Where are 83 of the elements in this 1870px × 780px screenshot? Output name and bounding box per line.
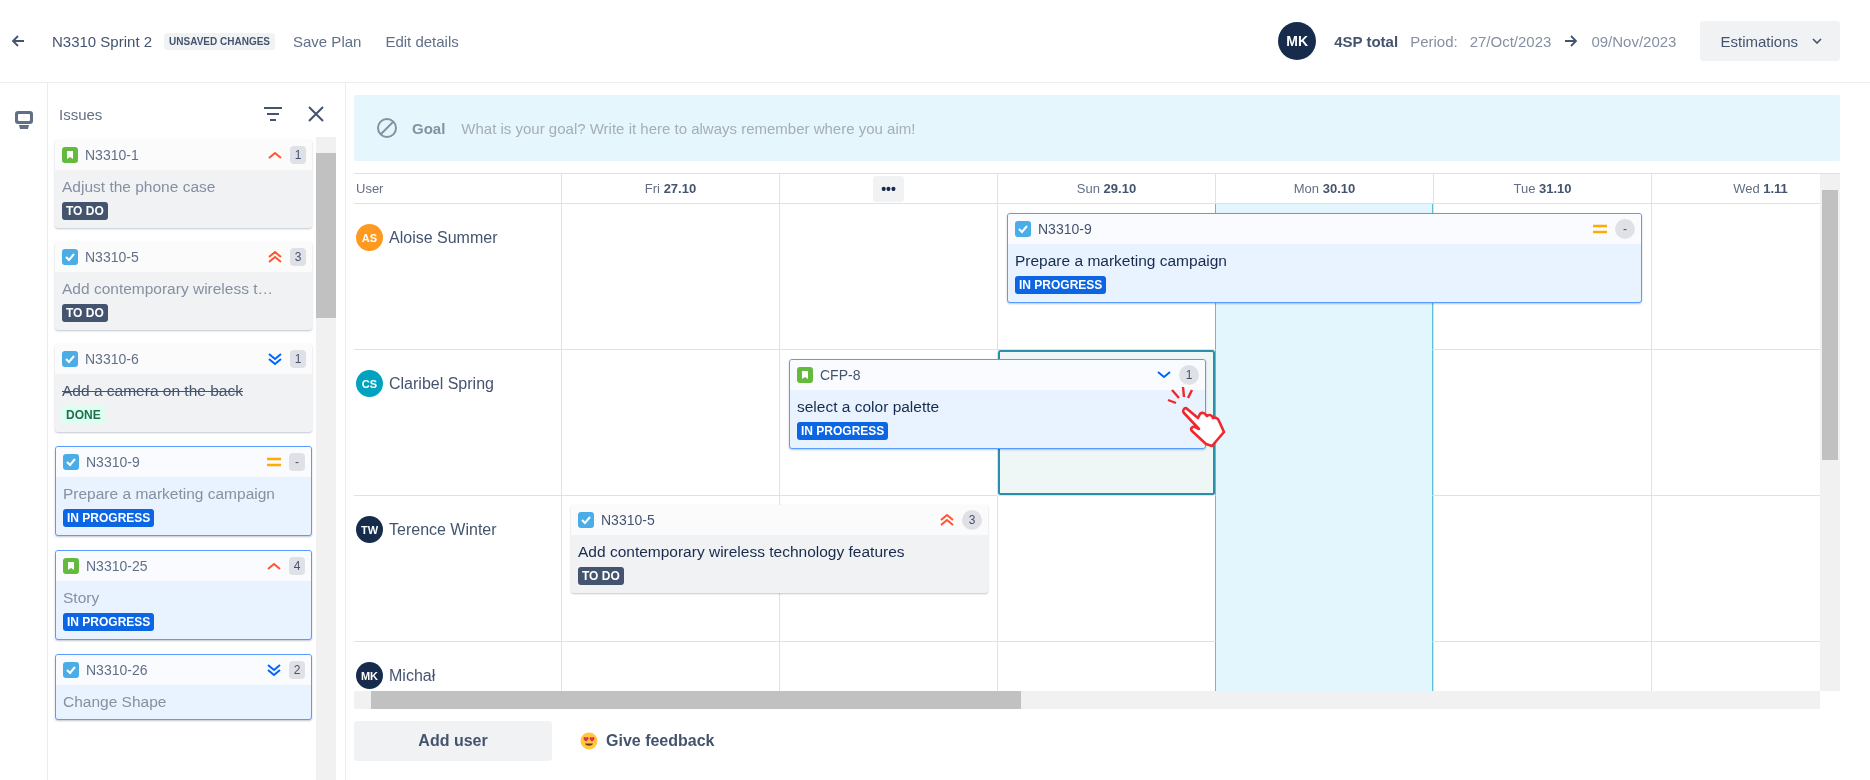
estimate-badge: 2 (289, 661, 305, 679)
status-badge: TO DO (62, 304, 108, 322)
user-avatar: CS (356, 370, 383, 397)
filter-icon[interactable] (263, 106, 283, 122)
caret-icon (1812, 38, 1822, 44)
top-link[interactable]: Edit details (385, 32, 459, 50)
blocked-circle-icon (376, 117, 398, 139)
issue-key: N3310-25 (86, 558, 148, 574)
estimate-badge: - (289, 453, 305, 471)
unsaved-badge: UNSAVED CHANGES (164, 32, 275, 50)
close-icon[interactable] (307, 105, 325, 123)
issue-card[interactable]: N3310-9 - Prepare a marketing campaign IN PROGRESS (55, 446, 312, 536)
status-badge: DONE (62, 406, 105, 424)
user-name: Terence Winter (389, 520, 497, 540)
issue-card[interactable]: N3310-6 1 Add a camera on the back DONE (55, 344, 312, 432)
issue-card[interactable]: N3310-1 1 Adjust the phone case TO DO (55, 140, 312, 228)
scrollbar-thumb[interactable] (1822, 190, 1838, 460)
issue-card[interactable]: N3310-5 3 Add contemporary wireless t… TO DO (55, 242, 312, 330)
user-name: Claribel Spring (389, 374, 494, 394)
board-icon[interactable] (12, 109, 35, 131)
status-badge: IN PROGRESS (1015, 276, 1107, 294)
estimate-badge: 4 (289, 557, 305, 575)
top-link[interactable]: Save Plan (293, 32, 362, 50)
issue-title: Add a camera on the back (62, 382, 243, 400)
issue-title: Prepare a marketing campaign (63, 485, 275, 503)
goal-input[interactable]: What is your goal? Write it here to always remember where you aim! (459, 118, 1818, 138)
feedback-link[interactable]: Give feedback (606, 732, 715, 750)
issue-title: Prepare a marketing campaign (1015, 252, 1227, 270)
issue-title: select a color palette (797, 398, 940, 416)
issue-card[interactable]: N3310-9 - Prepare a marketing campaign IN PROGRESS (1007, 213, 1642, 303)
issue-key: N3310-9 (1038, 221, 1092, 237)
status-badge: TO DO (578, 567, 624, 585)
status-badge: TO DO (62, 202, 108, 220)
issue-title: Add contemporary wireless t… (62, 280, 274, 298)
issue-card[interactable]: CFP-8 1 select a color palette IN PROGRESS (789, 359, 1206, 449)
column-header: User (354, 174, 561, 204)
issue-key: N3310-1 (85, 147, 139, 163)
user-name: Aloise Summer (389, 228, 498, 248)
status-badge: IN PROGRESS (797, 422, 889, 440)
estimate-badge: 3 (962, 510, 982, 530)
issue-card[interactable]: N3310-5 3 Add contemporary wireless technology features TO DO (571, 505, 988, 593)
heart-eyes-face-icon (580, 732, 598, 750)
estimate-badge: 1 (290, 146, 306, 164)
status-badge: IN PROGRESS (63, 613, 155, 631)
estimations-dropdown[interactable]: Estimations (1700, 21, 1840, 61)
issue-card[interactable]: N3310-25 4 Story IN PROGRESS (55, 550, 312, 640)
add-user-button[interactable]: Add user (354, 721, 552, 761)
user-avatar: MK (1278, 22, 1317, 60)
issue-title: Change Shape (63, 693, 167, 711)
issue-key: N3310-26 (86, 662, 148, 678)
issue-title: Adjust the phone case (62, 178, 216, 196)
issue-key: CFP-8 (820, 367, 861, 383)
back-arrow-icon[interactable] (10, 33, 26, 49)
day-header: Wed 1.11 (1733, 181, 1788, 196)
day-header: Mon 30.10 (1293, 181, 1356, 196)
user-avatar: AS (356, 224, 383, 251)
collapsed-days-button[interactable]: ••• (873, 175, 904, 202)
issue-key: N3310-5 (601, 512, 655, 528)
user-avatar: MK (356, 662, 383, 689)
total-points: 4SP total (1334, 32, 1399, 50)
goal-label: Goal (412, 119, 446, 137)
right-arrow-icon (1563, 33, 1580, 49)
day-header: Fri 27.10 (644, 181, 697, 196)
period-label: Period: (1410, 32, 1458, 50)
issue-title: Add contemporary wireless technology features (578, 543, 905, 561)
day-header: Tue 31.10 (1513, 181, 1572, 196)
issue-title: Story (63, 589, 100, 607)
user-name: Michał (389, 666, 436, 686)
issue-key: N3310-5 (85, 249, 139, 265)
status-badge: IN PROGRESS (63, 509, 155, 527)
day-header: Sun 29.10 (1076, 181, 1137, 196)
plan-title: N3310 Sprint 2 (52, 32, 153, 50)
scrollbar-thumb[interactable] (371, 691, 1021, 709)
user-avatar: TW (356, 516, 383, 543)
estimate-badge: 1 (290, 350, 306, 368)
estimate-badge: 1 (1179, 365, 1199, 385)
scrollbar-thumb[interactable] (316, 153, 336, 318)
estimate-badge: 3 (290, 248, 306, 266)
issue-key: N3310-6 (85, 351, 139, 367)
issue-card[interactable]: N3310-26 2 Change Shape (55, 654, 312, 720)
issue-key: N3310-9 (86, 454, 140, 470)
panel-title: Issues (59, 105, 104, 123)
estimate-badge: - (1615, 219, 1635, 239)
